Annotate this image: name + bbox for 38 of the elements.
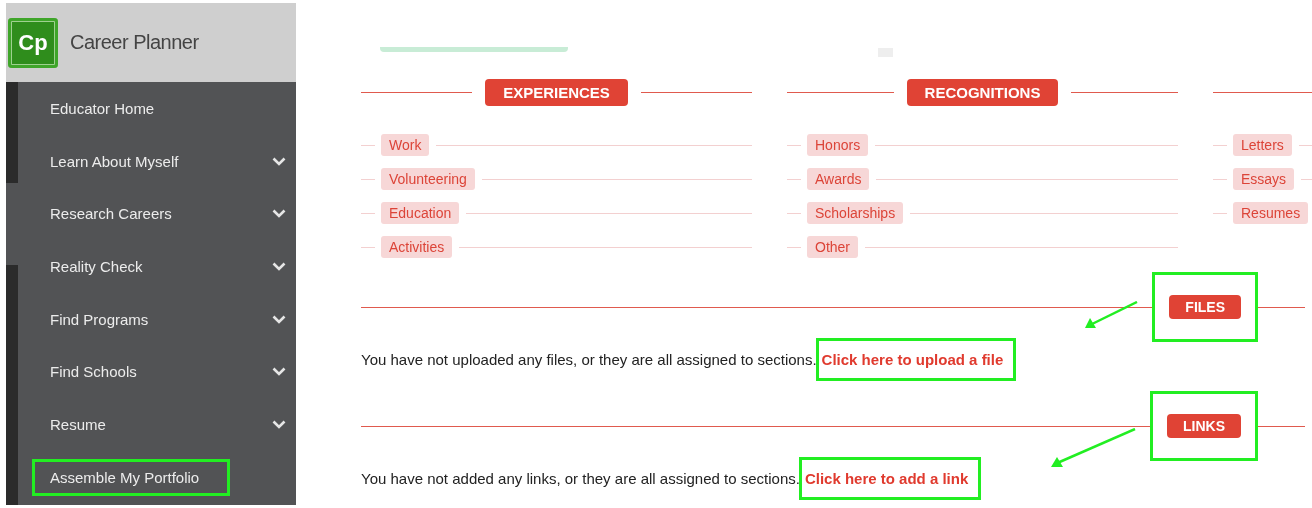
message-text: You have not added any links, or they are all assigned to sections. bbox=[361, 469, 800, 487]
nav-item[interactable]: Resume bbox=[18, 398, 296, 451]
highlight-box: Assemble My Portfolio bbox=[35, 461, 228, 493]
section-badge: EXPERIENCES bbox=[485, 79, 628, 106]
app-title: Career Planner bbox=[70, 31, 199, 54]
tag[interactable]: Work bbox=[381, 134, 430, 156]
tag[interactable]: Volunteering bbox=[381, 168, 475, 190]
nav-item[interactable]: Find Schools bbox=[18, 345, 296, 399]
tag[interactable]: Other bbox=[807, 236, 858, 258]
tag[interactable]: Scholarships bbox=[807, 202, 904, 224]
chevron-down-icon[interactable] bbox=[272, 314, 286, 324]
tag[interactable]: Honors bbox=[807, 134, 869, 156]
arrow-icon bbox=[1084, 301, 1139, 329]
add-link[interactable]: Click here to add a link bbox=[801, 459, 979, 497]
logo[interactable]: Cp bbox=[8, 17, 58, 68]
nav-item[interactable]: Educator Home bbox=[18, 82, 296, 135]
nav-item[interactable]: Research Careers bbox=[18, 187, 296, 241]
section-badge: LINKS bbox=[1167, 414, 1241, 438]
tag[interactable]: Education bbox=[381, 202, 460, 224]
tag[interactable]: Activities bbox=[381, 236, 453, 258]
tag[interactable]: Essays bbox=[1233, 168, 1295, 190]
tag[interactable]: Awards bbox=[807, 168, 870, 190]
chevron-down-icon[interactable] bbox=[272, 261, 286, 271]
chevron-down-icon[interactable] bbox=[272, 419, 286, 429]
message-text: You have not uploaded any files, or they are all assigned to sections. bbox=[361, 350, 817, 368]
chevron-down-icon[interactable] bbox=[272, 367, 286, 377]
nav-item[interactable]: Find Programs bbox=[18, 292, 296, 346]
chevron-down-icon[interactable] bbox=[272, 156, 286, 166]
tag[interactable]: Letters bbox=[1233, 134, 1292, 156]
arrow-icon bbox=[1050, 428, 1136, 468]
tag[interactable]: Resumes bbox=[1233, 202, 1309, 224]
upload-link[interactable]: Click here to upload a file bbox=[818, 340, 1014, 378]
nav-item[interactable]: Reality Check bbox=[18, 240, 296, 293]
section-badge: FILES bbox=[1169, 295, 1241, 319]
section-badge: RECOGNITIONS bbox=[906, 79, 1059, 106]
nav-item[interactable]: Assemble My Portfolio bbox=[18, 450, 296, 504]
nav-item[interactable]: Learn About Myself bbox=[18, 134, 296, 188]
chevron-down-icon[interactable] bbox=[272, 209, 286, 219]
